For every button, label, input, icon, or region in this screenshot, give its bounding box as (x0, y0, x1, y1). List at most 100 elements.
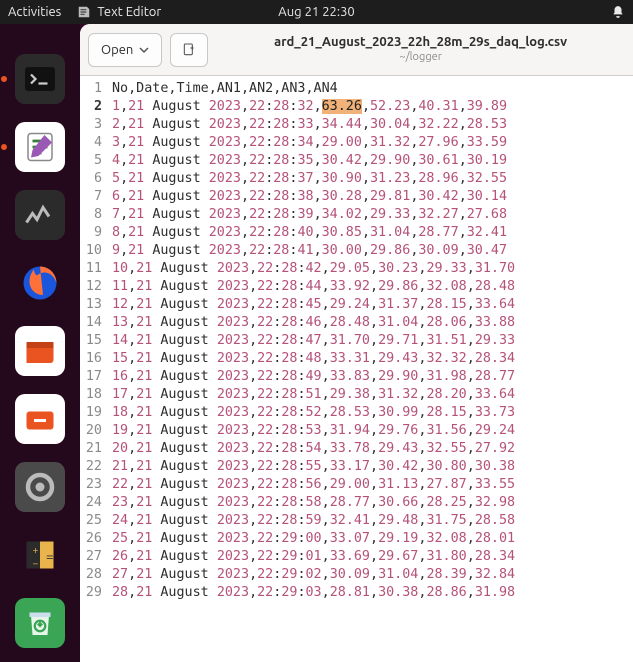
code-line: 109,21 August 2023,22:28:41,30.00,29.86,… (80, 242, 633, 260)
dock-trash[interactable] (15, 598, 65, 648)
line-content: 9,21 August 2023,22:28:41,30.00,29.86,30… (108, 242, 507, 260)
line-content: 13,21 August 2023,22:28:46,28.48,31.04,2… (108, 314, 515, 332)
text-area[interactable]: 1No,Date,Time,AN1,AN2,AN3,AN421,21 Augus… (80, 76, 633, 662)
line-content: 11,21 August 2023,22:28:44,33.92,29.86,3… (108, 278, 515, 296)
line-content: 7,21 August 2023,22:28:39,34.02,29.33,32… (108, 206, 507, 224)
line-content: 15,21 August 2023,22:28:48,33.31,29.43,3… (108, 350, 515, 368)
svg-text:−: − (33, 557, 39, 569)
line-number: 5 (80, 152, 108, 170)
chevron-down-icon (139, 45, 149, 55)
new-tab-button[interactable] (170, 33, 208, 67)
line-number: 1 (80, 80, 108, 98)
line-content: 22,21 August 2023,22:28:56,29.00,31.13,2… (108, 476, 515, 494)
line-content: 19,21 August 2023,22:28:53,31.94,29.76,3… (108, 422, 515, 440)
code-line: 2221,21 August 2023,22:28:55,33.17,30.42… (80, 458, 633, 476)
line-content: 20,21 August 2023,22:28:54,33.78,29.43,3… (108, 440, 515, 458)
line-number: 14 (80, 314, 108, 332)
dock-firefox[interactable] (15, 258, 65, 308)
line-content: 10,21 August 2023,22:28:42,29.05,30.23,2… (108, 260, 515, 278)
line-number: 28 (80, 566, 108, 584)
line-content: 4,21 August 2023,22:28:35,30.42,29.90,30… (108, 152, 507, 170)
svg-text:=: = (46, 548, 54, 564)
dock-text-editor[interactable] (15, 122, 65, 172)
code-line: 87,21 August 2023,22:28:39,34.02,29.33,3… (80, 206, 633, 224)
line-number: 10 (80, 242, 108, 260)
svg-text:+: + (33, 544, 39, 556)
dock-files[interactable] (15, 326, 65, 376)
open-button-label: Open (101, 43, 133, 57)
code-line: 54,21 August 2023,22:28:35,30.42,29.90,3… (80, 152, 633, 170)
line-content: 24,21 August 2023,22:28:59,32.41,29.48,3… (108, 512, 515, 530)
headerbar: Open ard_21_August_2023_22h_28m_29s_daq_… (80, 24, 633, 76)
line-number: 8 (80, 206, 108, 224)
code-line: 1No,Date,Time,AN1,AN2,AN3,AN4 (80, 80, 633, 98)
file-path: ~/logger (216, 51, 625, 64)
line-content: 5,21 August 2023,22:28:37,30.90,31.23,28… (108, 170, 507, 188)
dock-settings[interactable] (15, 462, 65, 512)
code-line: 1716,21 August 2023,22:28:49,33.83,29.90… (80, 368, 633, 386)
code-line: 65,21 August 2023,22:28:37,30.90,31.23,2… (80, 170, 633, 188)
line-number: 23 (80, 476, 108, 494)
code-line: 2625,21 August 2023,22:29:00,33.07,29.19… (80, 530, 633, 548)
line-number: 21 (80, 440, 108, 458)
line-content: 3,21 August 2023,22:28:34,29.00,31.32,27… (108, 134, 507, 152)
line-number: 19 (80, 404, 108, 422)
line-content: 12,21 August 2023,22:28:45,29.24,31.37,2… (108, 296, 515, 314)
dock-calculator[interactable]: +−= (15, 530, 65, 580)
code-line: 1312,21 August 2023,22:28:45,29.24,31.37… (80, 296, 633, 314)
ubuntu-dock: +−= (0, 24, 80, 662)
line-number: 18 (80, 386, 108, 404)
line-number: 17 (80, 368, 108, 386)
activities-button[interactable]: Activities (8, 5, 61, 19)
line-content: 8,21 August 2023,22:28:40,30.85,31.04,28… (108, 224, 507, 242)
line-content: 6,21 August 2023,22:28:38,30.28,29.81,30… (108, 188, 507, 206)
code-line: 76,21 August 2023,22:28:38,30.28,29.81,3… (80, 188, 633, 206)
line-content: 14,21 August 2023,22:28:47,31.70,29.71,3… (108, 332, 515, 350)
code-line: 2726,21 August 2023,22:29:01,33.69,29.67… (80, 548, 633, 566)
line-number: 20 (80, 422, 108, 440)
app-menu[interactable]: Text Editor (77, 5, 161, 19)
dock-system-monitor[interactable] (15, 190, 65, 240)
code-line: 2928,21 August 2023,22:29:03,28.81,30.38… (80, 584, 633, 602)
line-content: 2,21 August 2023,22:28:33,34.44,30.04,32… (108, 116, 507, 134)
code-line: 1918,21 August 2023,22:28:52,28.53,30.99… (80, 404, 633, 422)
code-line: 1110,21 August 2023,22:28:42,29.05,30.23… (80, 260, 633, 278)
line-content: 25,21 August 2023,22:29:00,33.07,29.19,3… (108, 530, 515, 548)
app-menu-label: Text Editor (97, 5, 161, 19)
line-content: 21,21 August 2023,22:28:55,33.17,30.42,3… (108, 458, 515, 476)
line-content: 27,21 August 2023,22:29:02,30.09,31.04,2… (108, 566, 515, 584)
line-content: 28,21 August 2023,22:29:03,28.81,30.38,2… (108, 584, 515, 602)
line-number: 15 (80, 332, 108, 350)
dock-software[interactable] (15, 394, 65, 444)
line-number: 16 (80, 350, 108, 368)
line-content: 17,21 August 2023,22:28:51,29.38,31.32,2… (108, 386, 515, 404)
line-number: 12 (80, 278, 108, 296)
selection: 63.26 (322, 99, 362, 114)
clock[interactable]: Aug 21 22:30 (278, 5, 355, 19)
bell-icon[interactable] (611, 5, 625, 19)
running-indicator (1, 144, 7, 150)
line-content: 26,21 August 2023,22:29:01,33.69,29.67,3… (108, 548, 515, 566)
code-line: 21,21 August 2023,22:28:32,63.26,52.23,4… (80, 98, 633, 116)
line-number: 3 (80, 116, 108, 134)
line-content: 16,21 August 2023,22:28:49,33.83,29.90,3… (108, 368, 515, 386)
line-number: 11 (80, 260, 108, 278)
gnome-top-panel: Activities Text Editor Aug 21 22:30 (0, 0, 633, 24)
code-line: 1615,21 August 2023,22:28:48,33.31,29.43… (80, 350, 633, 368)
line-content: 23,21 August 2023,22:28:58,28.77,30.66,2… (108, 494, 515, 512)
line-content: 1,21 August 2023,22:28:32,63.26,52.23,40… (108, 98, 507, 116)
code-line: 1817,21 August 2023,22:28:51,29.38,31.32… (80, 386, 633, 404)
code-line: 1514,21 August 2023,22:28:47,31.70,29.71… (80, 332, 633, 350)
gedit-window: Open ard_21_August_2023_22h_28m_29s_daq_… (80, 24, 633, 662)
open-button[interactable]: Open (88, 33, 162, 67)
code-line: 2019,21 August 2023,22:28:53,31.94,29.76… (80, 422, 633, 440)
code-line: 2120,21 August 2023,22:28:54,33.78,29.43… (80, 440, 633, 458)
code-line: 98,21 August 2023,22:28:40,30.85,31.04,2… (80, 224, 633, 242)
code-line: 32,21 August 2023,22:28:33,34.44,30.04,3… (80, 116, 633, 134)
dock-terminal[interactable] (15, 54, 65, 104)
code-line: 43,21 August 2023,22:28:34,29.00,31.32,2… (80, 134, 633, 152)
line-number: 7 (80, 188, 108, 206)
line-number: 22 (80, 458, 108, 476)
line-number: 13 (80, 296, 108, 314)
line-number: 27 (80, 548, 108, 566)
